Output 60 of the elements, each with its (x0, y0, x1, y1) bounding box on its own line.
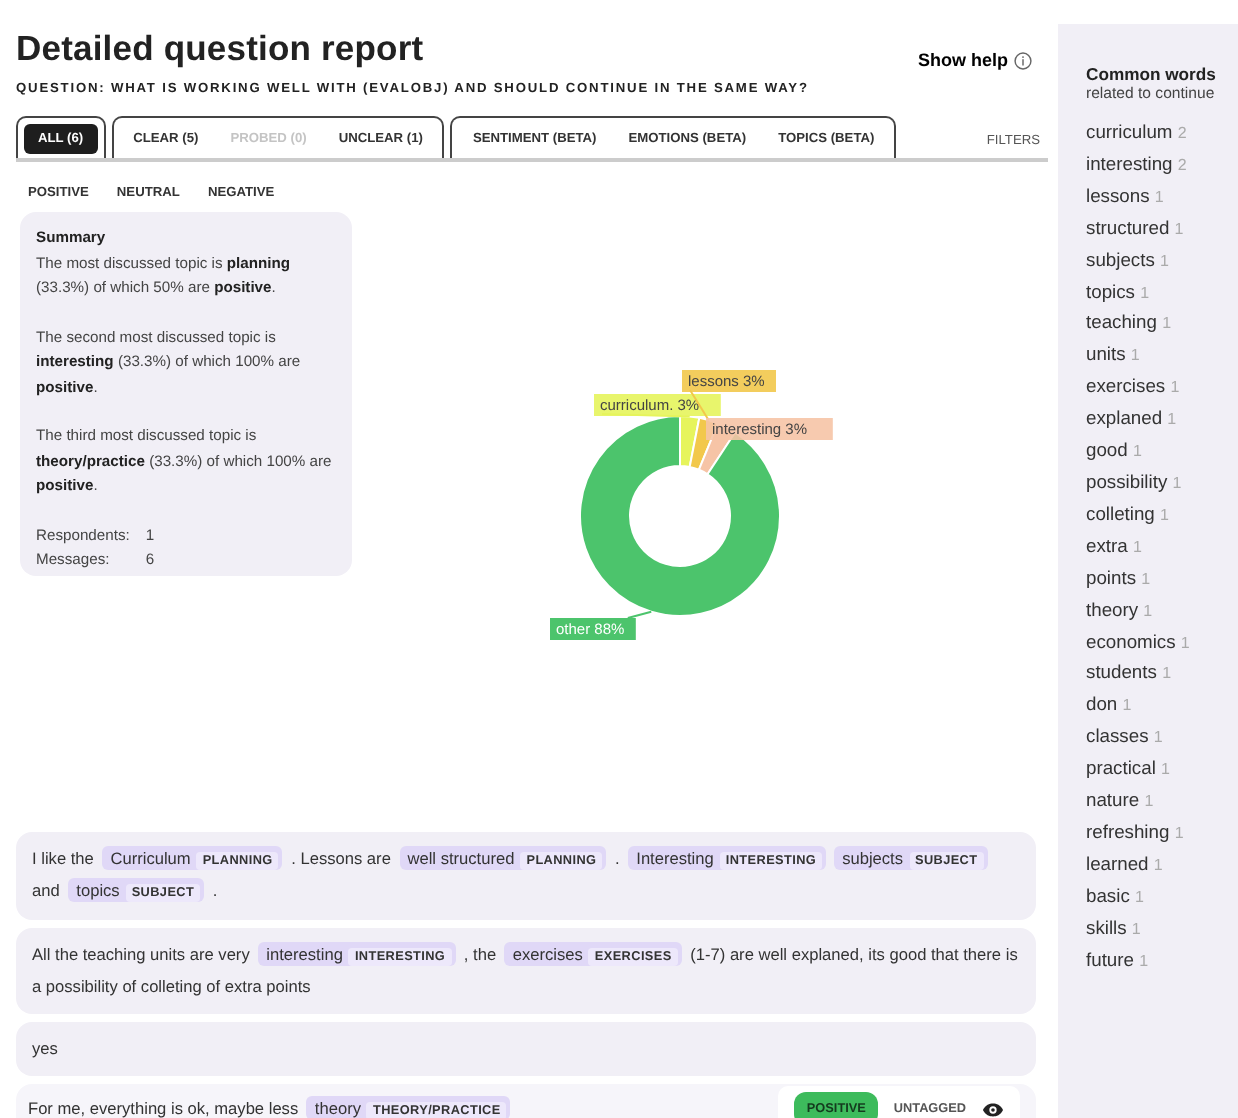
common-word[interactable]: curriculum (1086, 120, 1173, 142)
word-count: 1 (1139, 951, 1149, 970)
sidebar-title: Common words (1086, 64, 1218, 84)
common-word[interactable]: lessons (1086, 183, 1150, 206)
common-word[interactable]: subjects (1086, 247, 1155, 270)
message-text: yes (32, 1036, 60, 1062)
word-count: 1 (1144, 792, 1154, 811)
common-word[interactable]: learned (1086, 851, 1149, 874)
word-count: 1 (1143, 601, 1153, 620)
common-word[interactable]: theory (1086, 597, 1139, 620)
word-count: 1 (1153, 855, 1163, 874)
word-count: 1 (1132, 537, 1142, 556)
common-word[interactable]: don (1086, 692, 1118, 715)
common-word[interactable]: extra (1086, 533, 1128, 556)
common-word[interactable]: structured (1086, 215, 1170, 238)
word-count: 1 (1180, 633, 1190, 651)
word-count: 1 (1162, 314, 1172, 333)
word-count: 1 (1135, 887, 1144, 906)
word-count: 1 (1130, 346, 1140, 365)
word-count: 1 (1141, 569, 1151, 588)
word-count: 1 (1132, 442, 1142, 461)
word-count: 2 (1177, 155, 1187, 174)
word-count: 1 (1154, 187, 1164, 206)
common-word[interactable]: economics (1086, 629, 1176, 651)
common-word[interactable]: possibility (1086, 469, 1168, 492)
common-word[interactable]: units (1086, 342, 1126, 365)
common-word[interactable]: future (1086, 947, 1134, 970)
common-word[interactable]: explaned (1086, 406, 1163, 429)
word-count: 2 (1177, 124, 1187, 142)
page-title: Detailed question report (16, 28, 424, 70)
show-help-button[interactable]: Show help (918, 50, 1032, 70)
common-word[interactable]: basic (1086, 883, 1130, 906)
common-word[interactable]: teaching (1086, 310, 1157, 333)
common-word[interactable]: nature (1086, 788, 1140, 811)
common-word[interactable]: refreshing (1086, 819, 1170, 842)
eye-icon[interactable] (982, 1101, 1004, 1117)
word-count: 1 (1167, 410, 1177, 429)
common-word[interactable]: good (1086, 438, 1128, 461)
word-count: 1 (1162, 664, 1172, 683)
common-word[interactable]: practical (1086, 756, 1156, 779)
common-word[interactable]: classes (1086, 724, 1149, 747)
word-count: 1 (1131, 919, 1141, 938)
word-count: 1 (1153, 728, 1163, 747)
word-count: 1 (1140, 283, 1150, 302)
common-word[interactable]: exercises (1086, 374, 1166, 397)
info-icon (1014, 51, 1032, 69)
common-word[interactable]: colleting (1086, 501, 1155, 524)
word-count: 1 (1161, 760, 1170, 779)
word-count: 1 (1122, 696, 1132, 715)
word-count: 1 (1172, 473, 1182, 492)
common-word[interactable]: interesting (1086, 151, 1173, 174)
common-word[interactable]: students (1086, 660, 1157, 683)
common-word[interactable]: topics (1086, 279, 1135, 302)
common-word[interactable]: points (1086, 565, 1137, 588)
common-word[interactable]: skills (1086, 915, 1127, 938)
word-count: 1 (1160, 251, 1169, 270)
word-count: 1 (1174, 219, 1184, 238)
word-count: 1 (1170, 378, 1180, 397)
word-count: 1 (1174, 823, 1184, 842)
word-count: 1 (1160, 505, 1169, 524)
